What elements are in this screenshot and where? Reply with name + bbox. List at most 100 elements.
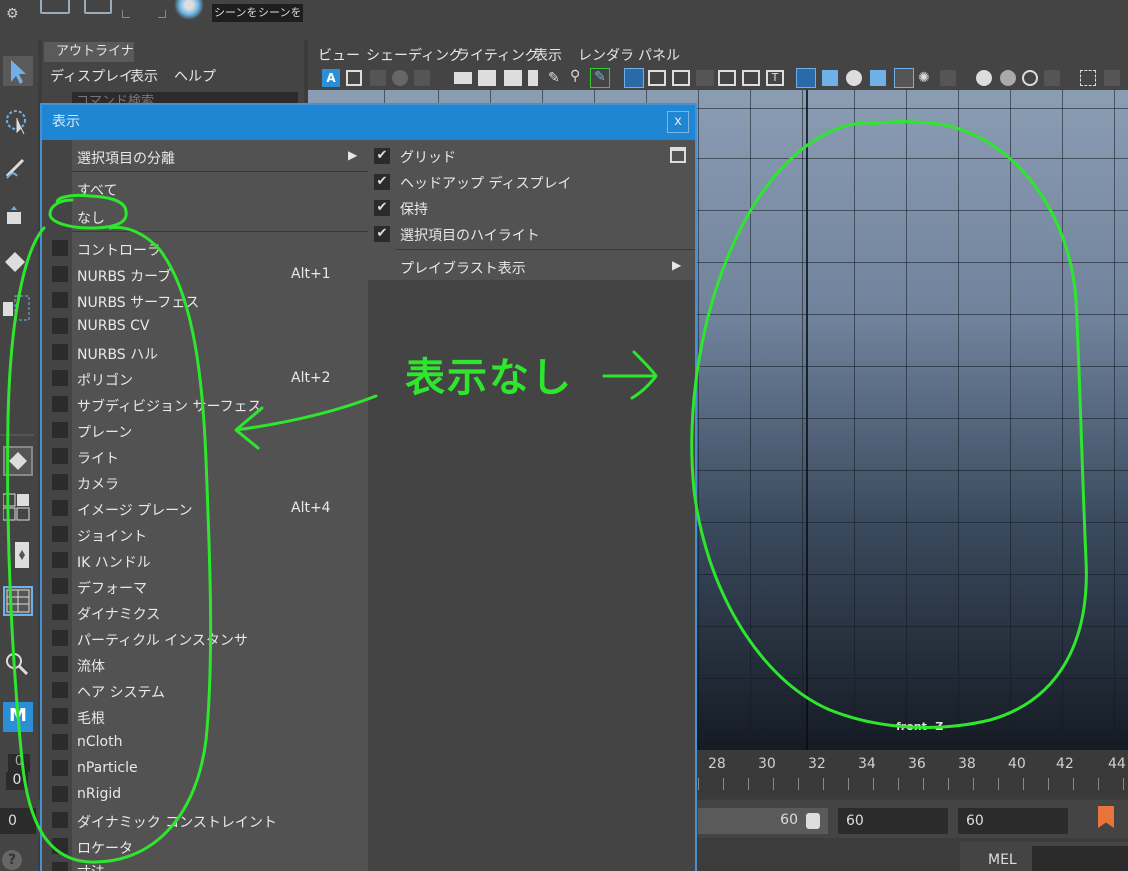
check-icon[interactable]: ✔ <box>374 226 390 242</box>
menu-item[interactable]: NURBS ハル <box>77 344 158 364</box>
gear-icon[interactable]: ⚙ <box>6 6 19 22</box>
check-icon[interactable]: ✔ <box>374 148 390 164</box>
menu-playblast-display[interactable]: プレイブラスト表示 <box>400 258 526 278</box>
menu-item[interactable]: ジョイント <box>77 526 147 546</box>
menu-item[interactable]: パーティクル インスタンサ <box>77 630 248 650</box>
menu-item[interactable]: NURBS カーブ <box>77 266 171 286</box>
time-slider[interactable]: 28 30 32 34 36 38 40 42 44 <box>698 750 1128 798</box>
scene-button-1[interactable]: シーンを <box>212 4 260 22</box>
outliner-tab[interactable]: アウトライナ <box>44 42 134 62</box>
check-icon[interactable]: ✔ <box>374 174 390 190</box>
lights-icon[interactable]: ✺ <box>918 70 934 86</box>
menu-item[interactable]: NURBS サーフェス <box>77 292 199 312</box>
checkbox-cameras[interactable] <box>52 474 68 490</box>
menu-item[interactable]: IK ハンドル <box>77 552 151 572</box>
menu-item[interactable]: NURBS CV <box>77 318 150 334</box>
menu-item[interactable]: イメージ プレーン <box>77 500 192 520</box>
checkbox-ik-handles[interactable] <box>52 552 68 568</box>
layout-single-icon[interactable] <box>3 446 33 476</box>
vp-menu-show[interactable]: 表示 <box>534 45 562 65</box>
camera-attributes-icon[interactable] <box>346 70 362 86</box>
checkbox-nurbs-surfaces[interactable] <box>52 292 68 308</box>
menu-none[interactable]: なし <box>77 208 105 228</box>
anti-alias-icon[interactable] <box>1022 70 1038 86</box>
checkbox-image-planes[interactable] <box>52 500 68 516</box>
safe-title-icon[interactable]: T <box>766 70 784 86</box>
checkbox-polygons[interactable] <box>52 370 68 386</box>
checkbox-particle-instancers[interactable] <box>52 630 68 646</box>
select-tool-icon[interactable] <box>3 56 33 86</box>
pencil-icon[interactable]: ✎ <box>548 70 564 86</box>
range-end-field[interactable]: 60 <box>838 808 948 834</box>
menu-item[interactable]: ポリゴン <box>77 370 133 390</box>
depth-of-field-icon[interactable] <box>1044 70 1060 86</box>
bookmark-add-icon[interactable] <box>1098 806 1114 828</box>
checkbox-nurbs-cv[interactable] <box>52 318 68 334</box>
film-icon[interactable] <box>648 70 666 86</box>
xray-icon[interactable] <box>1104 70 1120 86</box>
checkbox-locators[interactable] <box>52 838 68 854</box>
checkbox-controllers[interactable] <box>52 240 68 256</box>
mel-label[interactable]: MEL <box>988 852 1017 868</box>
layout-two-icon[interactable] <box>2 492 33 522</box>
shadows-icon[interactable] <box>940 70 956 86</box>
checkbox-subdiv[interactable] <box>52 396 68 412</box>
checkbox-nrigids[interactable] <box>52 786 68 802</box>
close-button[interactable]: x <box>667 111 689 133</box>
resolution-gate-icon[interactable] <box>672 70 690 86</box>
outliner-menu-help[interactable]: ヘルプ <box>174 66 216 86</box>
layout-grid-icon[interactable] <box>3 586 33 616</box>
outliner-menu-display[interactable]: ディスプレイ <box>50 66 133 86</box>
vp-menu-lighting[interactable]: ライティング <box>456 45 539 65</box>
motion-blur-icon[interactable] <box>1000 70 1016 86</box>
menu-item[interactable]: nParticle <box>77 760 138 776</box>
menu-item[interactable]: デフォーマ <box>77 578 147 598</box>
grid-toggle-icon[interactable] <box>624 68 644 88</box>
menu-all[interactable]: すべて <box>77 180 117 200</box>
command-input[interactable] <box>1032 846 1128 871</box>
checkbox-dimensions[interactable] <box>52 862 68 871</box>
help-icon[interactable]: ? <box>2 850 22 870</box>
checkbox-joints[interactable] <box>52 526 68 542</box>
field-chart-icon[interactable] <box>718 70 736 86</box>
field-value[interactable]: 0 <box>8 754 30 772</box>
menu-isolate-select[interactable]: 選択項目の分離 <box>77 148 175 168</box>
menu-item[interactable]: 流体 <box>77 656 105 676</box>
layout-side-icon[interactable] <box>3 540 33 570</box>
search-icon[interactable] <box>3 650 33 680</box>
lock-camera-icon[interactable] <box>478 70 496 86</box>
grease-pencil-icon[interactable]: ✎ <box>590 68 610 88</box>
bookmark-icon[interactable] <box>370 70 386 86</box>
default-material-icon[interactable] <box>846 70 862 86</box>
menu-item[interactable]: カメラ <box>77 474 119 494</box>
ssao-icon[interactable] <box>976 70 992 86</box>
image-plane-icon[interactable] <box>392 70 408 86</box>
checkbox-deformers[interactable] <box>52 578 68 594</box>
checkbox-dynamics[interactable] <box>52 604 68 620</box>
lasso-tool-icon[interactable] <box>3 106 33 136</box>
select-camera-icon[interactable]: A <box>322 69 340 87</box>
range-slider-handle[interactable] <box>806 813 820 829</box>
menu-item[interactable]: 毛根 <box>77 708 105 728</box>
range-slider[interactable]: 60 <box>698 808 828 834</box>
magnifier-icon[interactable]: ⚲ <box>570 68 586 84</box>
isolate-select-icon[interactable] <box>1080 70 1096 86</box>
checkbox-nurbs-hull[interactable] <box>52 344 68 360</box>
menu-item[interactable]: ダイナミック コンストレイント <box>77 812 277 832</box>
checkbox-fluids[interactable] <box>52 656 68 672</box>
move-tool-icon[interactable] <box>3 202 33 232</box>
checkbox-follicles[interactable] <box>52 708 68 724</box>
menu-item[interactable]: ダイナミクス <box>77 604 160 624</box>
checkbox-planes[interactable] <box>52 422 68 438</box>
film-gate-icon[interactable] <box>414 70 430 86</box>
menu-item[interactable]: ヘッドアップ ディスプレイ <box>400 173 571 193</box>
render-sphere-icon[interactable] <box>174 0 204 20</box>
vp-menu-renderer[interactable]: レンダラ <box>578 45 634 65</box>
menu-item[interactable]: プレーン <box>77 422 132 442</box>
camera-bookmark-icon[interactable] <box>504 70 522 86</box>
vp-menu-panels[interactable]: パネル <box>638 45 680 65</box>
vp-menu-shading[interactable]: シェーディング <box>366 45 463 65</box>
checkbox-nparticles[interactable] <box>52 760 68 776</box>
checkbox-hair-systems[interactable] <box>52 682 68 698</box>
field-value[interactable]: 0 <box>6 772 28 790</box>
